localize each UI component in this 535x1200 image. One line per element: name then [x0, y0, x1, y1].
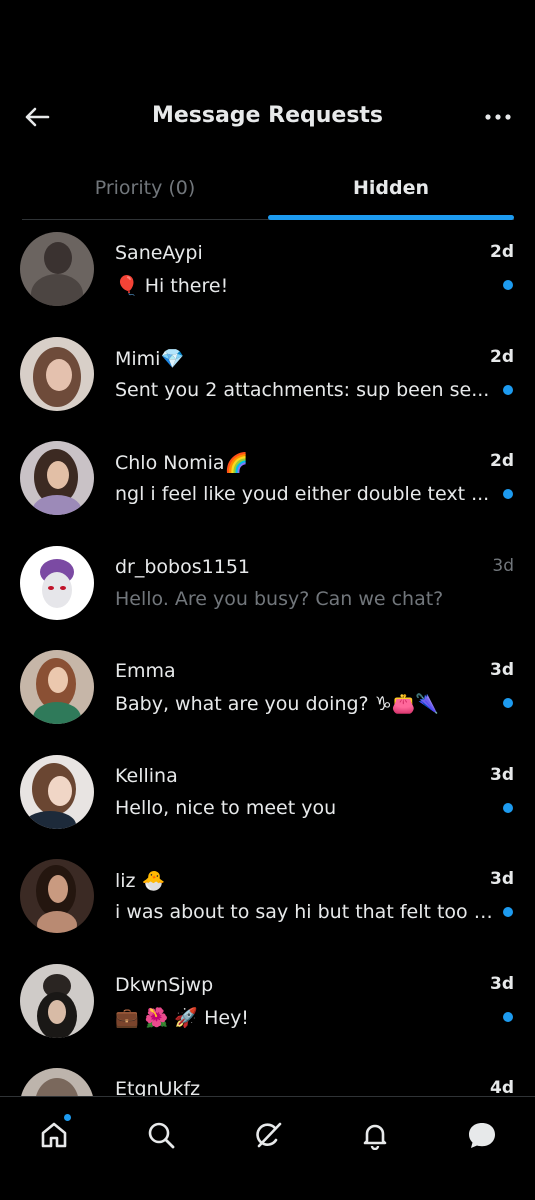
conversation-row[interactable]: liz 🐣 i was about to say hi but that fel…	[0, 849, 535, 954]
home-icon	[41, 1122, 66, 1148]
conversation-preview: 🎈 Hi there!	[115, 275, 229, 297]
avatar[interactable]	[20, 441, 94, 515]
more-options-button[interactable]	[483, 104, 513, 130]
nav-notifications[interactable]	[353, 1115, 397, 1155]
conversation-time: 3d	[490, 660, 514, 680]
top-bar: Message Requests	[0, 0, 535, 160]
conversation-preview: Hello. Are you busy? Can we chat?	[115, 587, 444, 610]
nav-messages[interactable]	[460, 1115, 504, 1155]
conversation-row[interactable]: SaneAypi 🎈 Hi there! 2d	[0, 222, 535, 327]
avatar[interactable]	[20, 650, 94, 724]
unread-indicator	[503, 802, 513, 813]
conversation-name: Kellina	[115, 764, 178, 787]
conversation-row[interactable]: Emma Baby, what are you doing? ♑👛🌂 3d	[0, 640, 535, 745]
conversation-time: 3d	[490, 973, 514, 994]
more-horizontal-icon	[485, 114, 511, 120]
conversation-row[interactable]: Kellina Hello, nice to meet you 3d	[0, 745, 535, 850]
tab-label: Hidden	[352, 177, 430, 199]
conversation-preview: Sent you 2 attachments: sup been se...	[115, 378, 490, 401]
conversation-preview: ngl i feel like youd either double text …	[115, 483, 490, 505]
conversation-time: 2d	[490, 451, 514, 471]
unread-indicator	[503, 698, 513, 708]
conversation-list: SaneAypi 🎈 Hi there! 2d Mimi💎 Sent you 2…	[0, 222, 535, 1163]
notification-dot	[62, 1113, 72, 1122]
messages-icon	[468, 1123, 495, 1148]
conversation-name: Chlo Nomia🌈	[115, 452, 249, 474]
avatar[interactable]	[20, 963, 94, 1038]
unread-indicator	[503, 280, 513, 290]
conversation-time: 3d	[490, 869, 514, 889]
avatar[interactable]	[20, 859, 94, 933]
avatar[interactable]	[20, 232, 94, 306]
conversation-time: 2d	[490, 346, 514, 367]
unread-indicator	[503, 489, 513, 499]
active-tab-indicator	[268, 215, 514, 220]
grok-icon	[255, 1122, 281, 1148]
conversation-time: 4d	[490, 1078, 514, 1098]
avatar[interactable]	[20, 545, 94, 620]
page-title: Message Requests	[151, 103, 384, 128]
nav-home[interactable]	[32, 1113, 76, 1155]
conversation-name: Emma	[115, 660, 176, 682]
tab-hidden[interactable]: Hidden	[268, 160, 514, 220]
conversation-row[interactable]: Chlo Nomia🌈 ngl i feel like youd either …	[0, 431, 535, 536]
conversation-preview: 💼 🌺 🚀 Hey!	[115, 1006, 249, 1029]
conversation-preview: i was about to say hi but that felt too …	[115, 901, 493, 923]
avatar[interactable]	[20, 336, 94, 411]
tab-label: Priority (0)	[94, 177, 196, 199]
conversation-name: DkwnSjwp	[115, 973, 214, 996]
bottom-navigation	[0, 1096, 535, 1200]
conversation-preview: Baby, what are you doing? ♑👛🌂	[115, 693, 440, 715]
conversation-time: 3d	[492, 555, 514, 576]
conversation-row[interactable]: DkwnSjwp 💼 🌺 🚀 Hey! 3d	[0, 954, 535, 1059]
conversation-name: dr_bobos1151	[115, 555, 250, 578]
search-icon	[148, 1122, 174, 1149]
conversation-preview: Hello, nice to meet you	[115, 796, 337, 819]
unread-indicator	[503, 907, 513, 917]
nav-search[interactable]	[139, 1115, 183, 1155]
bell-icon	[363, 1124, 386, 1150]
conversation-name: SaneAypi	[115, 242, 203, 264]
conversation-row[interactable]: Mimi💎 Sent you 2 attachments: sup been s…	[0, 327, 535, 432]
tab-bar: Priority (0) Hidden	[22, 160, 514, 220]
conversation-time: 2d	[490, 242, 514, 262]
conversation-name: liz 🐣	[115, 870, 166, 892]
unread-indicator	[503, 384, 513, 395]
nav-grok[interactable]	[246, 1115, 290, 1155]
conversation-name: Mimi💎	[115, 347, 185, 370]
conversation-row[interactable]: dr_bobos1151 Hello. Are you busy? Can we…	[0, 536, 535, 641]
avatar[interactable]	[20, 754, 94, 829]
conversation-time: 3d	[490, 764, 514, 785]
unread-indicator	[503, 1011, 513, 1022]
tab-priority[interactable]: Priority (0)	[22, 160, 268, 219]
